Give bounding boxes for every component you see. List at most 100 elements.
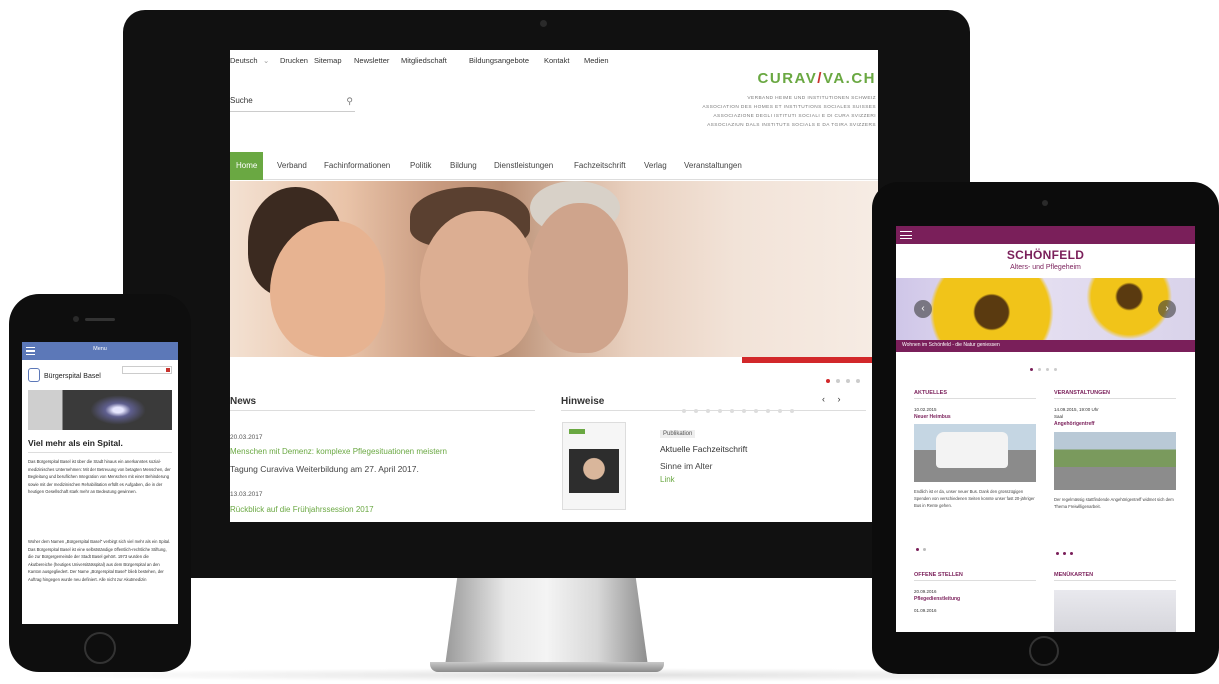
curaviva-logo[interactable]: CURAV/VA.CH xyxy=(758,70,876,87)
nav-dienstleistungen[interactable]: Dienstleistungen xyxy=(494,152,553,180)
news-date: 20.03.2017 xyxy=(230,434,263,441)
nav-fachzeitschrift[interactable]: Fachzeitschrift xyxy=(574,152,626,180)
item-title[interactable]: Pflegedienstleitung xyxy=(914,596,1036,602)
hinweise-slider-dots[interactable] xyxy=(682,400,802,418)
buergerspital-logo-icon[interactable] xyxy=(28,368,40,382)
veranstaltungen-section: VERANSTALTUNGEN 14.09.2015, 19:00 Uhr Sa… xyxy=(1054,390,1176,427)
phone-screen: Menu Bürgerspital Basel Viel mehr als ei… xyxy=(22,342,178,624)
topnav-mitgliedschaft[interactable]: Mitgliedschaft xyxy=(401,56,447,65)
news-heading: News xyxy=(230,396,257,407)
phone-home-button[interactable] xyxy=(84,632,116,664)
section-heading: OFFENE STELLEN xyxy=(914,572,1036,581)
magazine-photo xyxy=(569,449,619,493)
item-date: 10.02.2015 xyxy=(914,407,937,412)
aktuelles-dots[interactable] xyxy=(916,538,930,556)
hinweis-subtitle: Sinne im Alter xyxy=(660,461,713,471)
slider-prev-icon[interactable]: ‹ xyxy=(914,300,932,318)
tablet-home-button[interactable] xyxy=(1029,636,1059,666)
search-placeholder: Suche xyxy=(230,96,253,105)
logo-subline: ASSOCIAZIUN DALS INSTITUTS SOCIALS E DA … xyxy=(707,123,876,128)
hinweise-heading: Hinweise xyxy=(561,396,605,407)
item-text: Endlich ist er da, unser neuer Bus. Dank… xyxy=(914,489,1035,508)
site-name: Bürgerspital Basel xyxy=(44,373,101,380)
hinweis-link[interactable]: Link xyxy=(660,475,675,484)
hamburger-menu-icon[interactable] xyxy=(900,231,912,239)
phone-camera-icon xyxy=(73,316,79,322)
topnav-kontakt[interactable]: Kontakt xyxy=(544,56,569,65)
item-date: 01.09.2016 xyxy=(914,608,937,613)
building-image[interactable] xyxy=(1054,432,1176,490)
tablet-device: SCHÖNFELD Alters- und Pflegeheim ‹ › Woh… xyxy=(872,182,1219,674)
hero-image xyxy=(896,278,1195,340)
item-date: 14.09.2015, 19:00 Uhr xyxy=(1054,407,1099,412)
item-text: Der regelmässig stattfindende Angehörige… xyxy=(1054,497,1174,509)
news-link[interactable]: Menschen mit Demenz: komplexe Pflegesitu… xyxy=(230,447,447,456)
tablet-screen: SCHÖNFELD Alters- und Pflegeheim ‹ › Woh… xyxy=(896,226,1195,632)
item-title[interactable]: Angehörigentreff xyxy=(1054,421,1176,427)
hinweis-title: Aktuelle Fachzeitschrift xyxy=(660,444,748,454)
nav-verband[interactable]: Verband xyxy=(277,152,307,180)
kitchen-image[interactable] xyxy=(1054,590,1176,632)
page-title: Viel mehr als ein Spital. xyxy=(28,438,123,448)
tablet-camera-icon xyxy=(1042,200,1048,206)
hero-slider-dots[interactable] xyxy=(826,370,872,383)
section-heading: VERANSTALTUNGEN xyxy=(1054,390,1176,399)
nav-politik[interactable]: Politik xyxy=(410,152,431,180)
hero-image xyxy=(28,390,172,430)
phone-menu-bar: Menu xyxy=(22,342,178,360)
hero-person-2-face xyxy=(420,211,535,357)
slider-next-icon[interactable]: › xyxy=(1158,300,1176,318)
topnav-bildungsangebote[interactable]: Bildungsangebote xyxy=(469,56,529,65)
logo-subline: VERBAND HEIME UND INSTITUTIONEN SCHWEIZ xyxy=(747,96,876,101)
magazine-label xyxy=(569,429,585,434)
news-link[interactable]: Rückblick auf die Frühjahrssession 2017 xyxy=(230,505,374,514)
nav-bildung[interactable]: Bildung xyxy=(450,152,477,180)
hinweise-arrows: ‹ › xyxy=(822,394,841,404)
news-text: Tagung Curaviva Weiterbildung am 27. Apr… xyxy=(230,464,419,474)
hero-accent-bar xyxy=(742,357,878,363)
nav-home[interactable]: Home xyxy=(230,152,264,180)
imac-camera-icon xyxy=(540,20,547,27)
veranstaltungen-dots[interactable] xyxy=(1056,542,1077,560)
phone-speaker xyxy=(85,318,115,321)
chevron-right-icon[interactable]: › xyxy=(838,394,841,404)
item-title[interactable]: Neuer Heimbus xyxy=(914,414,1036,420)
nav-veranstaltungen[interactable]: Veranstaltungen xyxy=(684,152,742,180)
imac-stand xyxy=(445,578,648,666)
schoenfeld-logo[interactable]: SCHÖNFELD xyxy=(896,248,1195,262)
nav-verlag[interactable]: Verlag xyxy=(644,152,667,180)
topnav-medien[interactable]: Medien xyxy=(584,56,609,65)
search-input[interactable] xyxy=(122,366,172,374)
hero-image[interactable] xyxy=(230,181,878,363)
logo-subline: ASSOCIAZIONE DEGLI ISTITUTI SOCIALI E DI… xyxy=(713,114,876,119)
section-heading: MENÜKARTEN xyxy=(1054,572,1176,581)
chevron-left-icon[interactable]: ‹ xyxy=(822,394,825,404)
hero-caption-bar: Wohnen im Schönfeld - die Natur geniesse… xyxy=(896,340,1195,352)
aktuelles-section: AKTUELLES 10.02.2015 Neuer Heimbus xyxy=(914,390,1036,420)
divider xyxy=(230,410,535,411)
logo-subline: ASSOCIATION DES HOMES ET INSTITUTIONS SO… xyxy=(702,105,876,110)
topnav-newsletter[interactable]: Newsletter xyxy=(354,56,389,65)
magazine-cover[interactable] xyxy=(562,422,626,510)
divider xyxy=(28,452,172,453)
section-heading: AKTUELLES xyxy=(914,390,1036,399)
topnav-sitemap[interactable]: Sitemap xyxy=(314,56,342,65)
search-input[interactable]: Suche ⚲ xyxy=(230,96,355,112)
aktuelles-text-block: Endlich ist er da, unser neuer Bus. Dank… xyxy=(914,488,1036,509)
body-paragraph: Woher dem Namen „Bürgerspital Basel" ver… xyxy=(28,539,171,582)
veranstaltungen-text-block: Der regelmässig stattfindende Angehörige… xyxy=(1054,496,1176,510)
item-place: Saal xyxy=(1054,414,1064,419)
item-date: 20.09.2016 xyxy=(914,589,937,594)
tagline: Alters- und Pflegeheim xyxy=(1010,264,1081,271)
lang-select[interactable]: Deutsch xyxy=(230,56,258,65)
hero-slider-dots[interactable] xyxy=(1030,358,1062,376)
search-icon[interactable]: ⚲ xyxy=(346,96,353,107)
menu-title: Menu xyxy=(93,346,107,352)
bus-image[interactable] xyxy=(914,424,1036,482)
nav-fachinformationen[interactable]: Fachinformationen xyxy=(324,152,390,180)
news-date: 13.03.2017 xyxy=(230,491,263,498)
topnav-drucken[interactable]: Drucken xyxy=(280,56,308,65)
publication-badge: Publikation xyxy=(660,430,696,438)
hero-person-3-face xyxy=(528,203,628,353)
imac-screen: Deutsch ⌄ Drucken Sitemap Newsletter Mit… xyxy=(230,50,878,522)
